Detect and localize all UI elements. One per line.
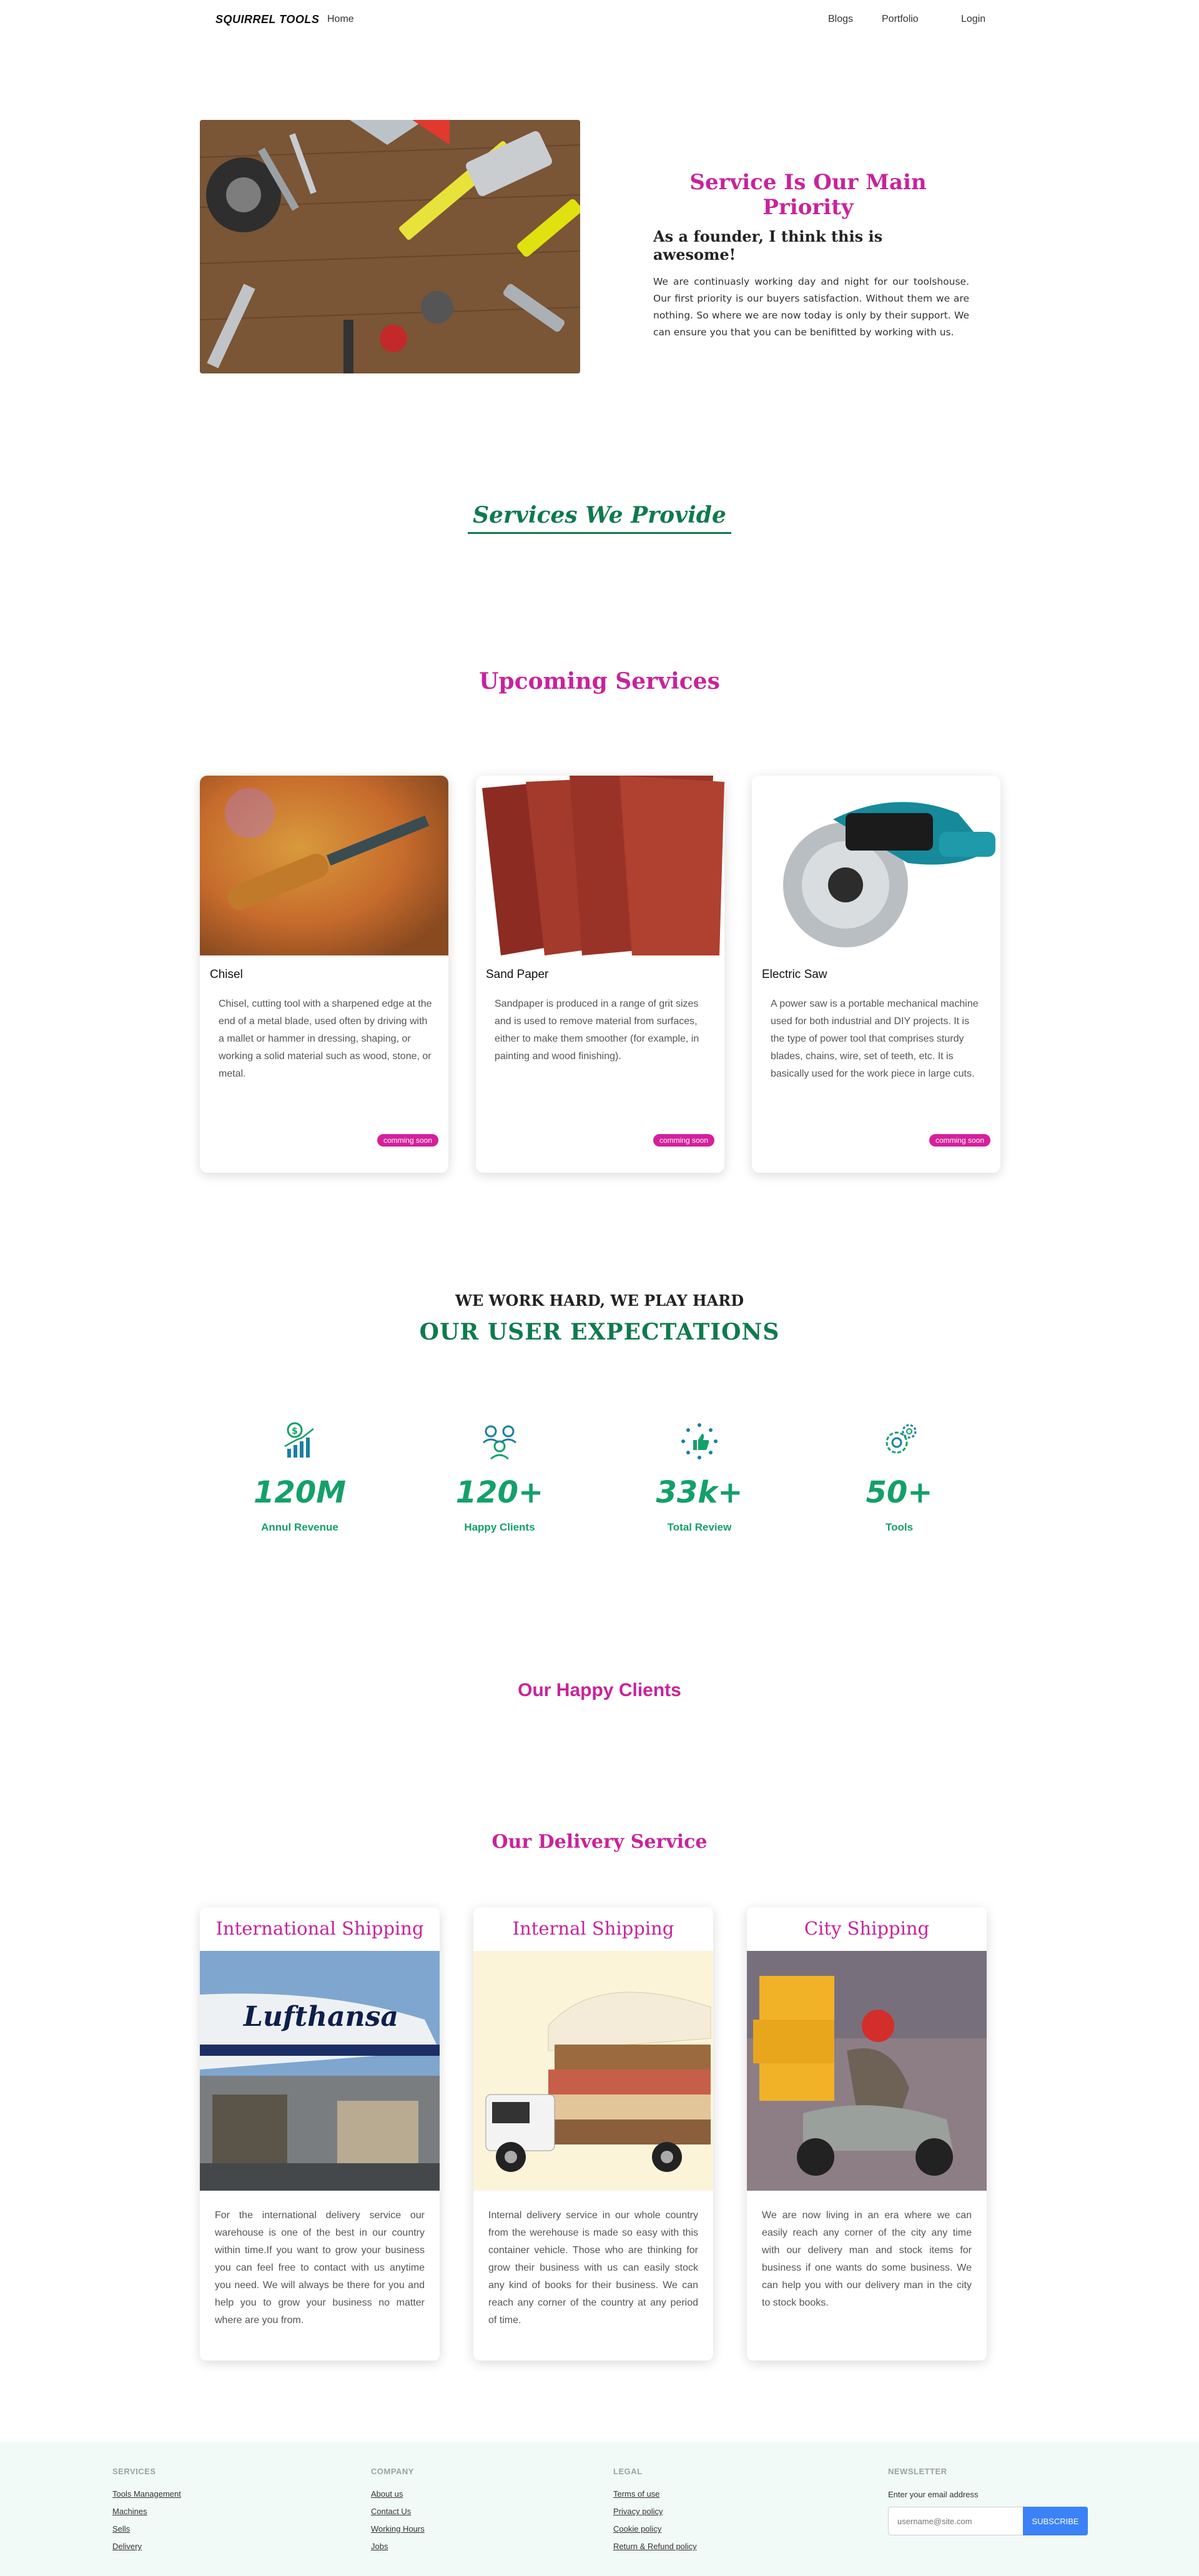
happy-clients-title: Our Happy Clients: [518, 1680, 681, 1700]
brand-logo[interactable]: SQUIRREL TOOLS: [215, 13, 319, 26]
stat-reviews: 33k+ Total Review: [624, 1421, 774, 1534]
stat-clients: 120+ Happy Clients: [425, 1421, 575, 1534]
footer-link[interactable]: Machines: [112, 2507, 181, 2516]
footer-legal-column: LEGAL Terms of use Privacy policy Cookie…: [613, 2467, 697, 2551]
book-truck-image: [473, 1951, 713, 2191]
coming-soon-badge: comming soon: [377, 1134, 438, 1147]
card-title: Sand Paper: [486, 968, 549, 981]
footer-link[interactable]: Working Hours: [371, 2525, 425, 2534]
delivery-card-city[interactable]: City Shipping We are now living in an er…: [747, 1907, 987, 2361]
airplane-cargo-image: Lufthansa: [200, 1951, 440, 2191]
service-card-sandpaper[interactable]: Sand Paper Sandpaper is produced in a ra…: [476, 776, 724, 1173]
footer: SERVICES Tools Management Machines Sells…: [0, 2442, 1199, 2576]
delivery-card-internal[interactable]: Internal Shipping Internal delivery serv…: [473, 1907, 713, 2361]
stat-value: 50+: [866, 1475, 933, 1510]
delivery-card-international[interactable]: International Shipping Lufthansa For the…: [200, 1907, 440, 2361]
footer-link[interactable]: Privacy policy: [613, 2507, 697, 2516]
lufthansa-lettering: Lufthansa: [242, 2001, 398, 2033]
footer-company-column: COMPANY About us Contact Us Working Hour…: [371, 2467, 425, 2551]
delivery-card-title: International Shipping: [215, 1918, 424, 1939]
stat-value: 33k+: [656, 1475, 743, 1510]
delivery-card-description: Internal delivery service in our whole c…: [488, 2210, 698, 2326]
delivery-card-description: We are now living in an era where we can…: [762, 2210, 972, 2308]
service-card-chisel[interactable]: Chisel Chisel, cutting tool with a sharp…: [200, 776, 448, 1173]
footer-column-heading: NEWSLETTER: [888, 2467, 947, 2476]
services-provide-title: Services We Provide: [468, 502, 731, 534]
newsletter-email-input[interactable]: [888, 2507, 1023, 2535]
footer-newsletter-column: NEWSLETTER Enter your email address SUBS…: [888, 2467, 1088, 2535]
footer-link[interactable]: Delivery: [112, 2542, 181, 2551]
footer-link[interactable]: About us: [371, 2490, 425, 2499]
footer-link[interactable]: Return & Refund policy: [613, 2542, 697, 2551]
delivery-card-title: City Shipping: [804, 1918, 930, 1939]
gears-icon: [879, 1421, 919, 1461]
newsletter-label: Enter your email address: [888, 2490, 979, 2499]
footer-column-heading: COMPANY: [371, 2467, 414, 2476]
stat-tools: 50+ Tools: [824, 1421, 974, 1534]
footer-link[interactable]: Jobs: [371, 2542, 425, 2551]
stat-label: Tools: [885, 1521, 914, 1533]
subscribe-button[interactable]: SUBSCRIBE: [1023, 2507, 1088, 2535]
footer-link[interactable]: Tools Management: [112, 2490, 181, 2499]
hero-title: Service Is Our Main Priority: [689, 170, 927, 220]
top-navbar: SQUIRREL TOOLS Home Blogs Portfolio Logi…: [0, 0, 1199, 40]
coming-soon-badge: comming soon: [929, 1134, 990, 1147]
thumbs-up-icon: [679, 1421, 719, 1461]
clients-icon: [480, 1421, 520, 1461]
nav-portfolio-link[interactable]: Portfolio: [882, 14, 919, 25]
expectations-kicker: WE WORK HARD, WE PLAY HARD: [455, 1291, 744, 1310]
expectations-title: OUR USER EXPECTATIONS: [419, 1319, 780, 1345]
revenue-chart-icon: $: [280, 1421, 320, 1461]
stat-label: Total Review: [667, 1521, 732, 1533]
upcoming-services-title: Upcoming Services: [479, 668, 720, 694]
nav-login-link[interactable]: Login: [961, 14, 985, 25]
service-card-electric-saw[interactable]: Electric Saw A power saw is a portable m…: [752, 776, 1000, 1173]
footer-column-heading: SERVICES: [112, 2467, 156, 2476]
footer-link[interactable]: Cookie policy: [613, 2525, 697, 2534]
electric-saw-image: [752, 776, 1000, 955]
footer-link[interactable]: Terms of use: [613, 2490, 697, 2499]
card-description: Sandpaper is produced in a range of grit…: [495, 999, 699, 1062]
scooter-delivery-image: [747, 1951, 987, 2191]
card-description: Chisel, cutting tool with a sharpened ed…: [219, 999, 432, 1079]
hero-tools-image: [200, 120, 580, 373]
footer-link[interactable]: Sells: [112, 2525, 181, 2534]
coming-soon-badge: comming soon: [653, 1134, 714, 1147]
stat-label: Annul Revenue: [261, 1521, 338, 1533]
nav-blogs-link[interactable]: Blogs: [828, 14, 853, 25]
card-title: Chisel: [210, 968, 243, 981]
delivery-service-title: Our Delivery Service: [491, 1831, 708, 1853]
card-title: Electric Saw: [762, 968, 827, 981]
stat-value: 120M: [254, 1475, 346, 1510]
sandpaper-image: [476, 776, 724, 955]
nav-home-link[interactable]: Home: [327, 14, 354, 25]
delivery-card-description: For the international delivery service o…: [215, 2210, 425, 2326]
hero-body-text: We are continuasly working day and night…: [653, 276, 969, 338]
svg-text:$: $: [292, 1426, 298, 1436]
delivery-card-title: Internal Shipping: [512, 1918, 674, 1939]
footer-services-column: SERVICES Tools Management Machines Sells…: [112, 2467, 181, 2551]
card-description: A power saw is a portable mechanical mac…: [771, 999, 979, 1079]
services-provide-heading: Services We Provide: [0, 502, 1199, 534]
stat-revenue: $ 120M Annul Revenue: [225, 1421, 375, 1534]
chisel-image: [200, 776, 448, 955]
newsletter-form: SUBSCRIBE: [888, 2507, 1088, 2535]
stat-label: Happy Clients: [464, 1521, 535, 1533]
stat-value: 120+: [455, 1475, 544, 1510]
hero-text-block: Service Is Our Main Priority As a founde…: [647, 170, 969, 341]
hero-subtitle: As a founder, I think this is awesome!: [653, 227, 883, 264]
footer-column-heading: LEGAL: [613, 2467, 643, 2476]
footer-link[interactable]: Contact Us: [371, 2507, 425, 2516]
